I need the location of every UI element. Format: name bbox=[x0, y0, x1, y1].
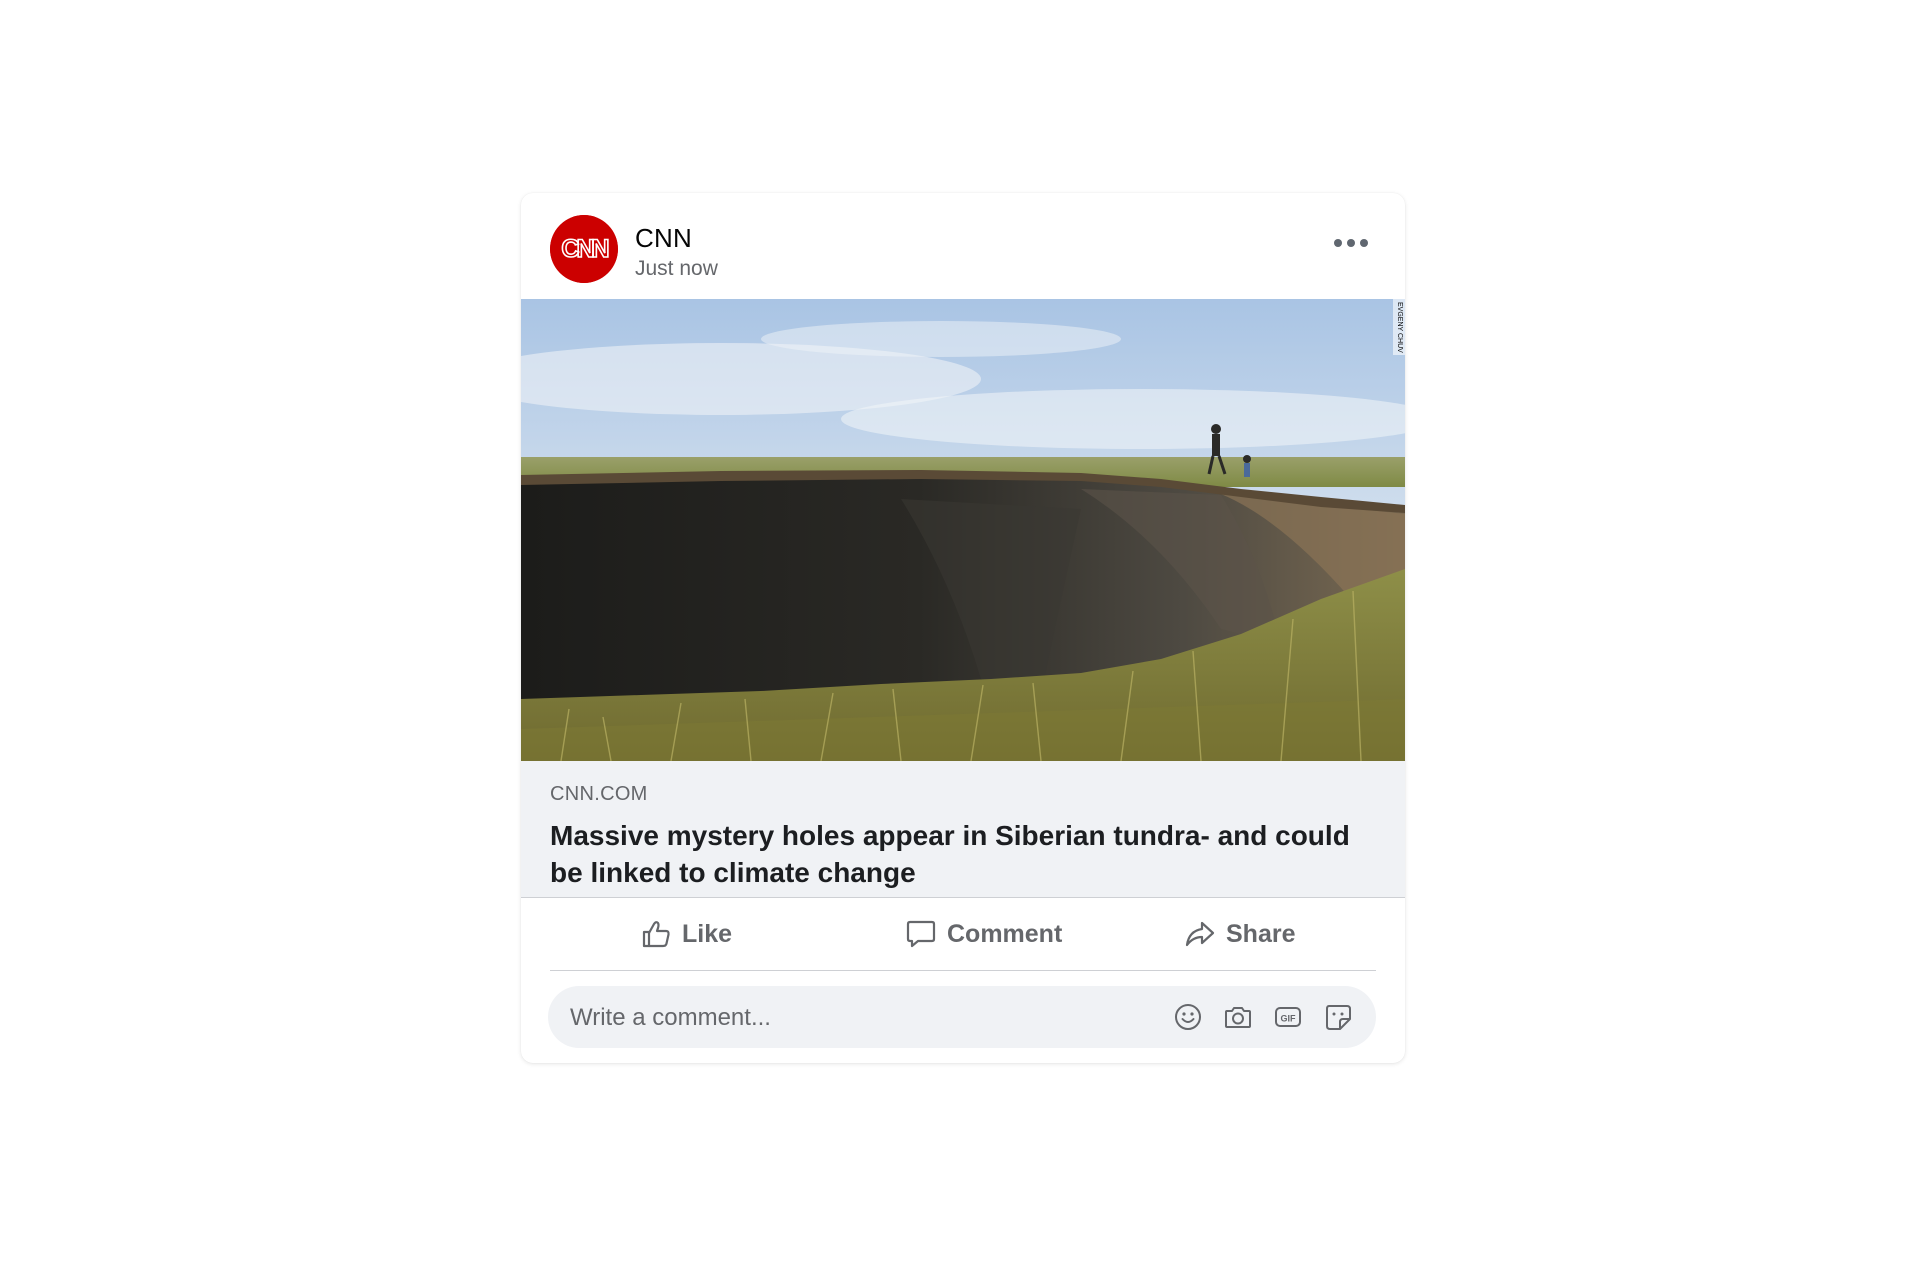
like-button[interactable]: Like bbox=[640, 910, 732, 958]
share-button[interactable]: Share bbox=[1184, 910, 1295, 958]
post-image[interactable]: EVGENY CHUV bbox=[521, 299, 1405, 761]
svg-text:GIF: GIF bbox=[1281, 1014, 1297, 1024]
avatar[interactable]: CNN bbox=[550, 215, 618, 283]
share-arrow-icon bbox=[1185, 921, 1215, 947]
comment-tools: GIF bbox=[1170, 999, 1356, 1035]
sticker-icon[interactable] bbox=[1320, 999, 1356, 1035]
svg-text:CNN: CNN bbox=[561, 235, 608, 263]
link-domain: CNN.COM bbox=[550, 783, 648, 805]
post-header: CNN CNN Just now bbox=[521, 193, 1405, 299]
like-label: Like bbox=[682, 919, 733, 948]
link-title[interactable]: Massive mystery holes appear in Siberian… bbox=[550, 817, 1370, 891]
post-card: CNN CNN Just now EVGENY CHUV CNN.COM Mas… bbox=[521, 193, 1405, 1063]
share-label: Share bbox=[1226, 919, 1296, 948]
more-horizontal-icon-dot bbox=[1347, 239, 1355, 247]
thumbs-up-icon bbox=[642, 921, 670, 948]
more-horizontal-icon bbox=[1334, 239, 1342, 247]
gif-icon[interactable]: GIF bbox=[1270, 999, 1306, 1035]
post-timestamp[interactable]: Just now bbox=[635, 257, 718, 281]
comment-box: GIF bbox=[548, 986, 1376, 1050]
comment-bubble-icon bbox=[906, 920, 936, 948]
link-preview[interactable]: CNN.COM Massive mystery holes appear in … bbox=[521, 761, 1405, 898]
author-name[interactable]: CNN bbox=[635, 223, 692, 254]
comment-input[interactable] bbox=[568, 986, 1132, 1050]
more-horizontal-icon-dot bbox=[1360, 239, 1368, 247]
tundra-crater-photo bbox=[521, 299, 1405, 761]
comment-label: Comment bbox=[947, 919, 1063, 948]
more-options-button[interactable] bbox=[1323, 223, 1379, 263]
cnn-logo-icon: CNN bbox=[550, 215, 618, 283]
action-bar: Like Comment Share bbox=[550, 898, 1376, 971]
emoji-icon[interactable] bbox=[1170, 999, 1206, 1035]
photo-credit: EVGENY CHUV bbox=[1393, 299, 1405, 355]
comment-button[interactable]: Comment bbox=[905, 910, 1062, 958]
camera-icon[interactable] bbox=[1220, 999, 1256, 1035]
